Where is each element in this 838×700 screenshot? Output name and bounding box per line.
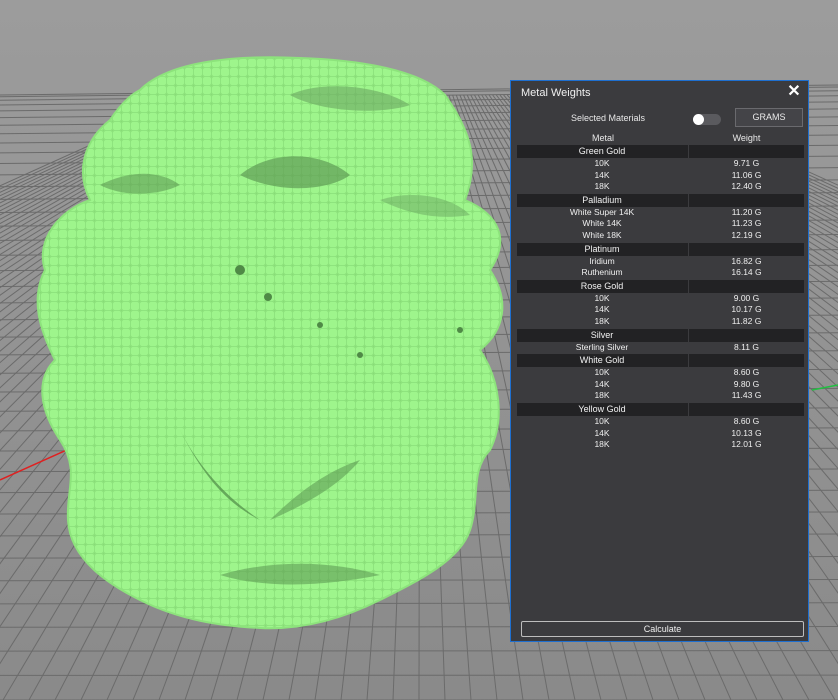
metal-name: 10K: [594, 292, 610, 303]
metal-weight: 12.01 G: [731, 439, 762, 450]
metal-name: Iridium: [589, 255, 615, 266]
metal-name: 10K: [594, 415, 610, 426]
metal-name: Sterling Silver: [575, 341, 629, 352]
group-name: Palladium: [582, 194, 622, 205]
close-icon[interactable]: ✕: [786, 83, 802, 101]
panel-title: Metal Weights: [521, 87, 591, 99]
group-header: Palladium: [517, 193, 804, 207]
panel-titlebar[interactable]: Metal Weights ✕: [511, 81, 808, 105]
metal-group: Silver Sterling Silver 8.11 G: [517, 328, 804, 354]
metal-name: 18K: [594, 390, 610, 401]
table-header: Metal Weight: [517, 133, 804, 145]
table-row[interactable]: 10K 9.00 G: [517, 293, 804, 305]
table-row[interactable]: 14K 9.80 G: [517, 379, 804, 391]
group-name: Silver: [590, 329, 614, 340]
metal-name: 14K: [594, 169, 610, 180]
metal-weight: 9.00 G: [733, 292, 760, 303]
metal-weight: 9.71 G: [733, 158, 760, 168]
metal-weight: 11.43 G: [731, 390, 762, 401]
metal-group: Rose Gold 10K 9.00 G 14K 10.17 G 18K 11.82 G: [517, 279, 804, 328]
table-row[interactable]: 10K 9.71 G: [517, 158, 804, 170]
group-name: Yellow Gold: [578, 403, 626, 414]
group-divider: [688, 242, 689, 256]
table-row[interactable]: 18K 11.43 G: [517, 390, 804, 402]
metal-group: White Gold 10K 8.60 G 14K 9.80 G 18K 11.43 G: [517, 354, 804, 402]
group-divider: [688, 279, 689, 293]
group-header: Silver: [517, 328, 804, 342]
group-divider: [688, 402, 689, 416]
group-divider: [688, 354, 689, 368]
metal-name: 18K: [594, 439, 610, 450]
group-name: Rose Gold: [580, 280, 624, 291]
group-divider: [688, 328, 689, 342]
table-row[interactable]: 14K 10.13 G: [517, 428, 804, 440]
units-button[interactable]: GRAMS: [735, 108, 803, 127]
metal-group: Platinum Iridium 16.82 G Ruthenium 16.14 G: [517, 242, 804, 279]
metal-name: White 18K: [582, 229, 622, 240]
metal-weight: 16.82 G: [731, 255, 762, 266]
metal-weight: 10.13 G: [731, 427, 762, 438]
table-row[interactable]: Iridium 16.82 G: [517, 256, 804, 268]
metal-name: Ruthenium: [581, 267, 623, 278]
metal-weight: 16.14 G: [731, 267, 762, 278]
table-row[interactable]: White 18K 12.19 G: [517, 230, 804, 242]
metal-name: 10K: [594, 367, 610, 378]
group-name: White Gold: [579, 355, 625, 366]
group-header: Green Gold: [517, 145, 804, 158]
metal-weight: 8.60 G: [733, 415, 760, 426]
metal-weight: 9.80 G: [733, 378, 760, 389]
metal-weight: 11.20 G: [731, 206, 762, 217]
metal-name: 14K: [594, 378, 610, 389]
metal-weights-panel: Metal Weights ✕ Selected Materials GRAMS…: [510, 80, 809, 642]
group-name: Green Gold: [578, 146, 626, 156]
metal-name: 10K: [594, 158, 610, 168]
metal-weights-table: Green Gold 10K 9.71 G 14K 11.06 G 18K 12.40 G P…: [517, 145, 804, 452]
metal-group: Green Gold 10K 9.71 G 14K 11.06 G 18K 12.40 G: [517, 145, 804, 193]
metal-weight: 8.11 G: [734, 341, 759, 352]
table-row[interactable]: 18K 11.82 G: [517, 316, 804, 328]
table-row[interactable]: White 14K 11.23 G: [517, 218, 804, 230]
table-row[interactable]: White Super 14K 11.20 G: [517, 207, 804, 219]
table-row[interactable]: 18K 12.40 G: [517, 181, 804, 193]
selected-materials-toggle[interactable]: [693, 114, 721, 125]
column-header-weight: Weight: [732, 133, 761, 143]
metal-name: White 14K: [582, 218, 622, 229]
metal-name: 14K: [594, 304, 610, 315]
table-row[interactable]: 10K 8.60 G: [517, 416, 804, 428]
metal-weight: 10.17 G: [731, 304, 762, 315]
metal-weight: 12.40 G: [731, 181, 762, 192]
group-header: Yellow Gold: [517, 402, 804, 416]
metal-weight: 12.19 G: [731, 229, 762, 240]
metal-name: 18K: [594, 315, 610, 326]
group-divider: [688, 193, 689, 207]
metal-name: 18K: [594, 181, 610, 192]
table-row[interactable]: Ruthenium 16.14 G: [517, 267, 804, 279]
table-row[interactable]: 18K 12.01 G: [517, 439, 804, 451]
metal-weight: 11.82 G: [731, 315, 762, 326]
group-header: White Gold: [517, 354, 804, 368]
group-name: Platinum: [584, 243, 620, 254]
calculate-button[interactable]: Calculate: [521, 621, 804, 637]
table-row[interactable]: 10K 8.60 G: [517, 367, 804, 379]
toggle-knob: [693, 114, 704, 125]
group-header: Rose Gold: [517, 279, 804, 293]
selected-materials-label: Selected Materials: [571, 113, 646, 123]
metal-name: 14K: [594, 427, 610, 438]
column-header-metal: Metal: [591, 133, 614, 143]
group-header: Platinum: [517, 242, 804, 256]
metal-weight: 11.23 G: [731, 218, 762, 229]
table-row[interactable]: 14K 11.06 G: [517, 170, 804, 182]
table-row[interactable]: Sterling Silver 8.11 G: [517, 342, 804, 354]
lace-model[interactable]: [36, 56, 504, 630]
metal-group: Palladium White Super 14K 11.20 G White 14K…: [517, 193, 804, 242]
metal-name: White Super 14K: [569, 206, 635, 217]
metal-weight: 11.06 G: [731, 169, 762, 180]
metal-weight: 8.60 G: [733, 367, 760, 378]
table-row[interactable]: 14K 10.17 G: [517, 304, 804, 316]
metal-group: Yellow Gold 10K 8.60 G 14K 10.13 G 18K 12.01 G: [517, 402, 804, 451]
group-divider: [688, 145, 689, 158]
